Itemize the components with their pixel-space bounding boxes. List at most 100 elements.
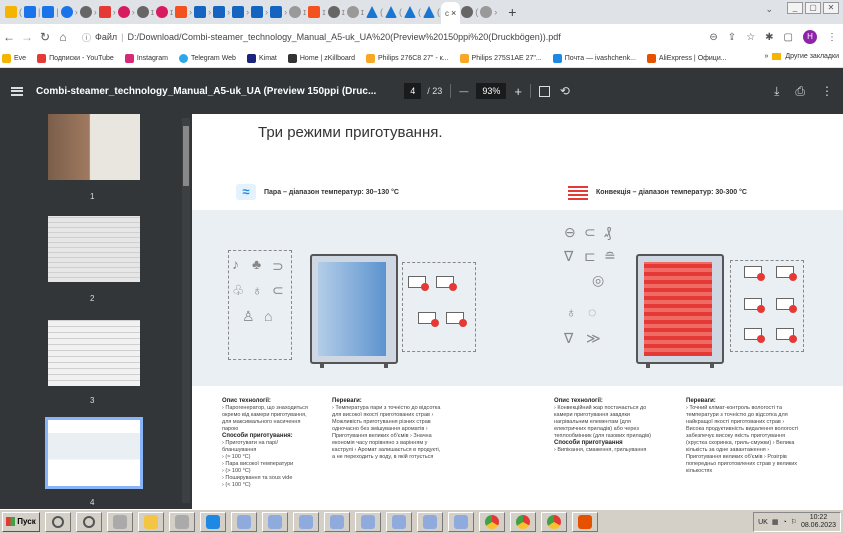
url-field[interactable]: ⓘ Файл | D:/Download/Combi-steamer_techn…	[82, 31, 561, 44]
clock[interactable]: 10:22 08.06.2023	[801, 514, 836, 530]
sidebar-scrollbar[interactable]	[182, 118, 190, 503]
tab[interactable]	[136, 3, 150, 21]
bookmark[interactable]: Eve	[2, 54, 26, 63]
star-icon[interactable]: ☆	[746, 32, 755, 43]
taskbar-app-button[interactable]	[262, 511, 288, 532]
home-icon[interactable]: ⌂	[54, 30, 72, 44]
url-text[interactable]: D:/Download/Combi-steamer_technology_Man…	[128, 32, 561, 42]
more-icon[interactable]: ⋮	[821, 84, 833, 99]
download-icon[interactable]: ⤓	[774, 84, 779, 99]
bookmark[interactable]: Почта — ivashchenk...	[552, 54, 636, 63]
tab-search-icon[interactable]: ⌄	[765, 4, 773, 15]
start-button[interactable]: Пуск	[2, 511, 40, 532]
taskbar-app-button[interactable]	[107, 511, 133, 532]
bookmark[interactable]: Philips 276C8 27" - к...	[366, 54, 449, 63]
bookmarks-more-button[interactable]: »	[764, 53, 768, 60]
taskbar-search-button[interactable]	[45, 511, 71, 532]
fit-page-icon[interactable]	[538, 85, 550, 97]
taskbar-app-button[interactable]	[138, 511, 164, 532]
menu-hamburger-icon[interactable]	[11, 86, 23, 96]
tab[interactable]	[231, 3, 245, 21]
tab[interactable]	[269, 3, 283, 21]
menu-icon[interactable]: ⋮	[827, 32, 837, 43]
back-icon[interactable]: ←	[0, 30, 18, 44]
tab[interactable]	[4, 3, 18, 21]
tab[interactable]	[403, 3, 417, 21]
maximize-button[interactable]: ▢	[805, 2, 821, 14]
forward-icon[interactable]: →	[18, 30, 36, 44]
tab[interactable]	[346, 3, 360, 21]
tab[interactable]	[117, 3, 131, 21]
tab-active[interactable]: c ×	[441, 2, 461, 24]
page-thumbnail[interactable]	[48, 114, 140, 180]
tab-close-icon[interactable]: ×	[451, 8, 456, 18]
zoom-input[interactable]: 93%	[476, 83, 507, 99]
favicon-icon	[136, 6, 149, 18]
profile-avatar[interactable]: Н	[803, 30, 817, 44]
zoom-icon[interactable]: ⊖	[709, 32, 717, 43]
page-thumbnail[interactable]	[48, 320, 140, 386]
tab[interactable]	[479, 3, 493, 21]
share-icon[interactable]: ⇪	[728, 32, 736, 43]
tab[interactable]	[155, 3, 169, 21]
volume-icon[interactable]: ◔	[782, 519, 786, 526]
drive-icon	[423, 6, 435, 18]
tab[interactable]	[60, 3, 74, 21]
taskbar-app-button[interactable]	[510, 511, 536, 532]
taskbar-app-button[interactable]	[448, 511, 474, 532]
bookmark[interactable]: Подписки - YouTube	[37, 54, 114, 63]
extensions-icon[interactable]: ✱	[765, 32, 773, 43]
tab[interactable]	[79, 3, 93, 21]
language-indicator[interactable]: UK	[758, 519, 768, 526]
reload-icon[interactable]: ↻	[36, 30, 54, 44]
taskbar-app-button[interactable]	[293, 511, 319, 532]
taskbar-app-button[interactable]	[417, 511, 443, 532]
rotate-icon[interactable]: ⟲	[560, 84, 570, 98]
other-bookmarks[interactable]: Другие закладки	[785, 53, 839, 60]
info-icon[interactable]: ⓘ	[82, 31, 91, 44]
bookmark[interactable]: Telegram Web	[178, 54, 236, 63]
taskbar-app-button[interactable]	[572, 511, 598, 532]
taskbar-app-button[interactable]	[169, 511, 195, 532]
tab[interactable]	[365, 3, 379, 21]
zoom-in-button[interactable]: +	[514, 84, 522, 99]
zoom-out-button[interactable]: —	[459, 86, 468, 96]
bookmark[interactable]: Kimat	[246, 54, 277, 63]
tab[interactable]	[250, 3, 264, 21]
page-thumbnail-selected[interactable]	[45, 417, 143, 489]
tab[interactable]	[41, 3, 55, 21]
tab[interactable]	[460, 3, 474, 21]
new-tab-button[interactable]: +	[508, 4, 516, 20]
taskbar-app-button[interactable]	[541, 511, 567, 532]
minimize-button[interactable]: _	[787, 2, 803, 14]
tab[interactable]	[98, 3, 112, 21]
bookmark[interactable]: Philips 275S1AE 27"...	[459, 54, 542, 63]
taskbar-app-button[interactable]	[324, 511, 350, 532]
taskbar-app-button[interactable]	[231, 511, 257, 532]
steam-header: ≈ Пара – діапазон температур: 30–130 °C	[236, 184, 399, 200]
taskbar-app-button[interactable]	[200, 511, 226, 532]
taskbar-app-button[interactable]	[355, 511, 381, 532]
favicon-icon	[117, 6, 130, 18]
bookmark[interactable]: Instagram	[124, 54, 168, 63]
taskbar-app-button[interactable]	[479, 511, 505, 532]
taskbar-app-button[interactable]	[386, 511, 412, 532]
close-window-button[interactable]: ✕	[823, 2, 839, 14]
tab[interactable]	[212, 3, 226, 21]
tab[interactable]	[23, 3, 37, 21]
sidepanel-icon[interactable]: ▢	[784, 32, 793, 43]
print-icon[interactable]: ⎙	[795, 84, 805, 99]
scrollbar-thumb[interactable]	[183, 126, 189, 186]
page-number-input[interactable]: 4	[404, 83, 422, 99]
bookmark[interactable]: AliExpress | Офици...	[646, 54, 727, 63]
tab[interactable]	[422, 3, 436, 21]
tab[interactable]	[288, 3, 302, 21]
tab[interactable]	[307, 3, 321, 21]
tab[interactable]	[384, 3, 398, 21]
page-thumbnail[interactable]	[48, 216, 140, 282]
tab[interactable]	[193, 3, 207, 21]
tab[interactable]	[174, 3, 188, 21]
bookmark[interactable]: Home | zKillboard	[287, 54, 355, 63]
taskbar-search-button[interactable]	[76, 511, 102, 532]
tab[interactable]	[327, 3, 341, 21]
